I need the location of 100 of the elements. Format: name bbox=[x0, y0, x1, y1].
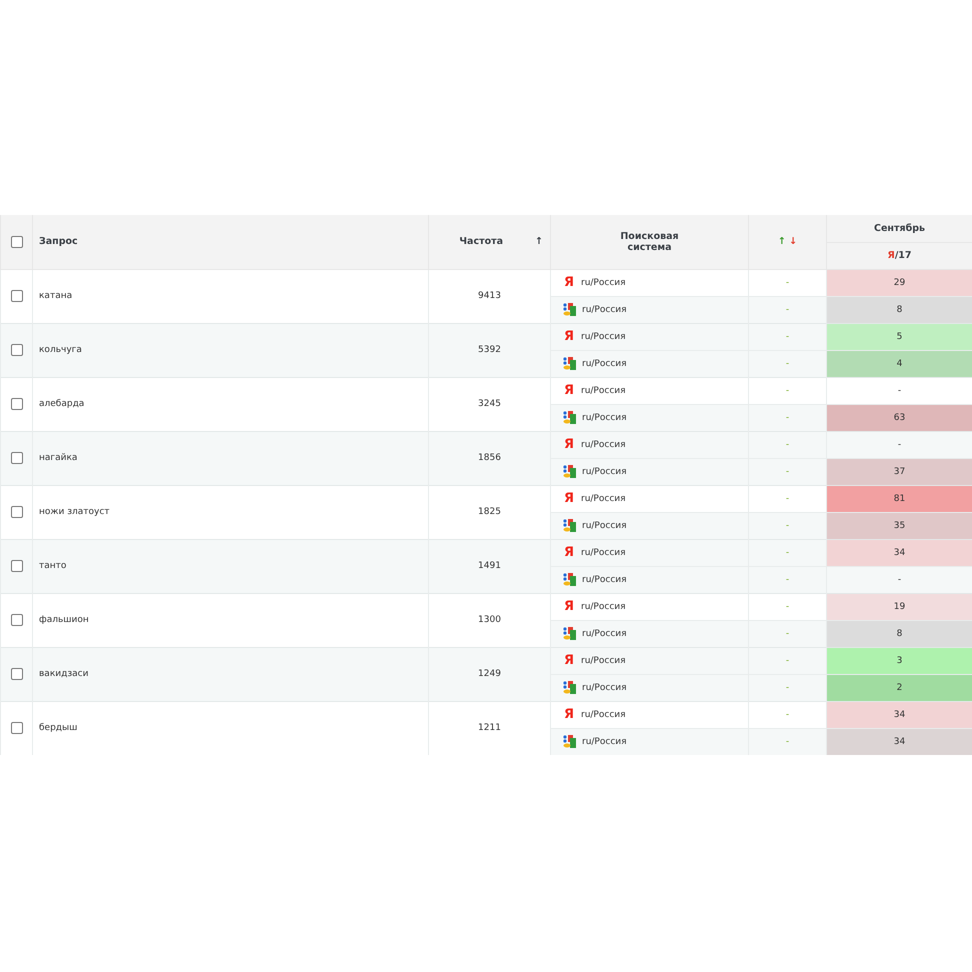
region-text: ru/Россия bbox=[582, 358, 627, 368]
yandex-letter: Я bbox=[563, 600, 575, 613]
position-cell: 8 bbox=[826, 620, 972, 647]
yandex-letter: Я bbox=[563, 708, 575, 721]
change-value: - bbox=[786, 440, 790, 450]
column-header: Поисковая система bbox=[619, 230, 680, 253]
yandex-letter: Я bbox=[563, 384, 575, 397]
region-text: ru/Россия bbox=[581, 548, 626, 558]
colored-blocks-icon bbox=[563, 465, 576, 478]
query-text: алебарда bbox=[39, 399, 84, 409]
position-cell: 2 bbox=[826, 674, 972, 701]
query-text: вакидзаси bbox=[39, 669, 88, 679]
change-value: - bbox=[786, 736, 790, 746]
query-text: кольчуга bbox=[39, 345, 82, 355]
position-cell: 34 bbox=[826, 701, 972, 728]
up-arrow: ↑ bbox=[778, 236, 786, 248]
checkbox[interactable] bbox=[10, 560, 22, 572]
change-value: - bbox=[786, 520, 790, 530]
query-text: фальшион bbox=[39, 615, 89, 625]
change-value: - bbox=[786, 548, 790, 558]
colored-blocks-icon bbox=[563, 735, 576, 748]
checkbox[interactable] bbox=[10, 668, 22, 680]
query-text: нагайка bbox=[39, 453, 78, 463]
checkbox[interactable] bbox=[10, 452, 22, 464]
yandex-letter: Я bbox=[563, 492, 575, 505]
yandex-letter: Я bbox=[563, 546, 575, 559]
position-cell: 3 bbox=[826, 647, 972, 674]
checkbox[interactable] bbox=[10, 398, 22, 410]
position-cell: 35 bbox=[826, 512, 972, 539]
down-arrow: ↓ bbox=[789, 236, 798, 248]
region-text: ru/Россия bbox=[581, 440, 626, 450]
yandex-letter: Я bbox=[563, 276, 575, 289]
region-text: ru/Россия bbox=[581, 710, 626, 720]
column-header[interactable]: Запрос bbox=[39, 236, 78, 248]
checkbox[interactable] bbox=[10, 236, 22, 248]
position-cell: 5 bbox=[826, 323, 972, 350]
change-value: - bbox=[786, 574, 790, 584]
change-value: - bbox=[786, 682, 790, 692]
region-text: ru/Россия bbox=[582, 682, 627, 692]
position-cell: - bbox=[826, 566, 972, 593]
frequency-value: 1825 bbox=[478, 507, 501, 517]
region-text: ru/Россия bbox=[581, 278, 626, 288]
date-header: /17 bbox=[894, 250, 912, 261]
region-text: ru/Россия bbox=[582, 628, 627, 638]
region-text: ru/Россия bbox=[581, 386, 626, 396]
region-text: ru/Россия bbox=[581, 494, 626, 504]
change-value: - bbox=[786, 494, 790, 504]
position-cell: 63 bbox=[826, 404, 972, 431]
checkbox[interactable] bbox=[10, 506, 22, 518]
colored-blocks-icon bbox=[563, 627, 576, 640]
position-cell: 34 bbox=[826, 728, 972, 754]
region-text: ru/Россия bbox=[582, 466, 627, 476]
change-value: - bbox=[786, 386, 790, 396]
frequency-value: 1300 bbox=[478, 615, 501, 625]
change-value: - bbox=[786, 358, 790, 368]
region-text: ru/Россия bbox=[582, 412, 627, 422]
checkbox[interactable] bbox=[10, 344, 22, 356]
region-text: ru/Россия bbox=[582, 574, 627, 584]
change-value: - bbox=[786, 602, 790, 612]
position-cell: 19 bbox=[826, 593, 972, 620]
frequency-value: 3245 bbox=[478, 399, 501, 409]
query-text: катана bbox=[39, 291, 72, 301]
month-header: Сентябрь bbox=[874, 222, 926, 234]
colored-blocks-icon bbox=[563, 519, 576, 532]
colored-blocks-icon bbox=[563, 303, 576, 316]
frequency-value: 1856 bbox=[478, 453, 501, 463]
colored-blocks-icon bbox=[563, 357, 576, 370]
frequency-value: 1249 bbox=[478, 669, 501, 679]
engine-mark: Я bbox=[887, 250, 895, 261]
region-text: ru/Россия bbox=[581, 656, 626, 666]
yandex-letter: Я bbox=[563, 654, 575, 667]
query-text: танто bbox=[39, 561, 66, 571]
position-cell: - bbox=[826, 431, 972, 458]
checkbox[interactable] bbox=[10, 614, 22, 626]
change-value: - bbox=[786, 656, 790, 666]
checkbox[interactable] bbox=[10, 722, 22, 734]
region-text: ru/Россия bbox=[581, 332, 626, 342]
region-text: ru/Россия bbox=[582, 304, 627, 314]
position-cell: 37 bbox=[826, 458, 972, 485]
frequency-value: 5392 bbox=[478, 345, 501, 355]
frequency-value: 1491 bbox=[478, 561, 501, 571]
position-cell: 81 bbox=[826, 485, 972, 512]
checkbox[interactable] bbox=[10, 290, 22, 302]
query-text: бердыш bbox=[39, 723, 78, 733]
change-value: - bbox=[786, 710, 790, 720]
position-cell: 29 bbox=[826, 269, 972, 296]
position-cell: - bbox=[826, 377, 972, 404]
colored-blocks-icon bbox=[563, 573, 576, 586]
column-header[interactable]: Частота bbox=[459, 236, 504, 248]
region-text: ru/Россия bbox=[582, 736, 627, 746]
frequency-value: 1211 bbox=[478, 723, 501, 733]
position-cell: 4 bbox=[826, 350, 972, 377]
change-value: - bbox=[786, 278, 790, 288]
region-text: ru/Россия bbox=[581, 602, 626, 612]
sort-arrow[interactable]: ↑ bbox=[535, 236, 543, 248]
frequency-value: 9413 bbox=[478, 291, 501, 301]
change-value: - bbox=[786, 466, 790, 476]
yandex-letter: Я bbox=[563, 438, 575, 451]
change-value: - bbox=[786, 628, 790, 638]
change-value: - bbox=[786, 332, 790, 342]
